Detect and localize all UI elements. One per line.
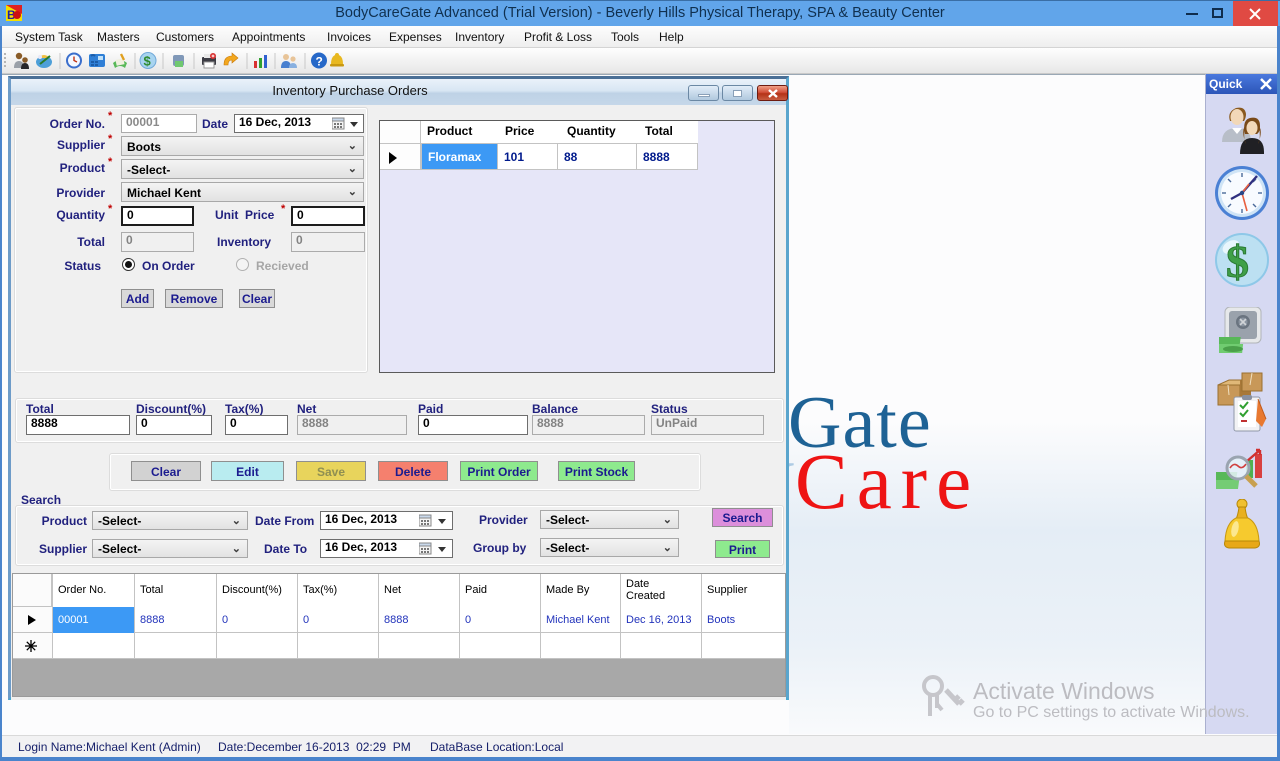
svg-text:$: $	[1226, 236, 1249, 287]
svg-text:?: ?	[316, 55, 323, 69]
svg-text:$: $	[144, 54, 152, 69]
